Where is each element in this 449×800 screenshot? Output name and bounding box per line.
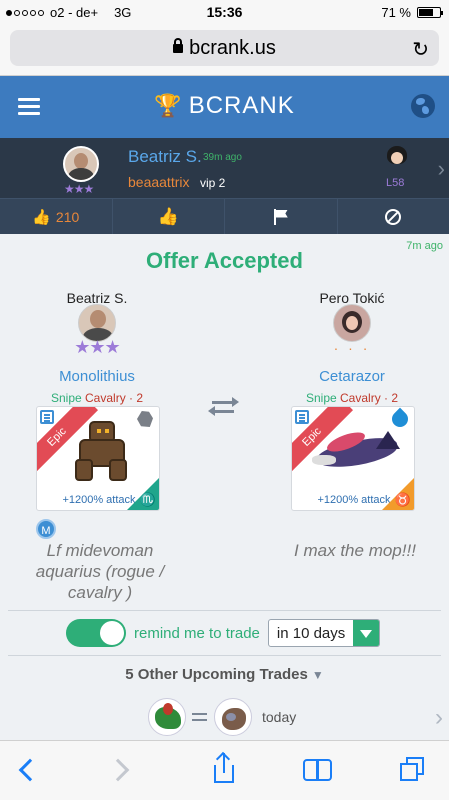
- trader-left-stars: ★★★: [74, 337, 120, 357]
- trader-right-rank: · · ·: [333, 340, 371, 356]
- thumbs-up-icon: 👍: [157, 206, 179, 226]
- browser-address-area: bcrank.us ↻: [0, 24, 449, 76]
- lock-icon: [173, 38, 184, 53]
- like-count-button[interactable]: 👍 210: [0, 199, 113, 234]
- reminder-select[interactable]: in 10 days: [267, 619, 381, 647]
- chevron-down-icon[interactable]: [353, 620, 380, 646]
- monster-right-tags: Snipe Cavalry · 2: [277, 391, 427, 405]
- monster-left-card[interactable]: Epic +1200% attack ♏: [36, 406, 160, 511]
- app-header: 🏆 BCRANK: [0, 76, 449, 138]
- monster-thumbnail: [148, 698, 186, 736]
- like-count: 210: [55, 208, 80, 225]
- address-bar[interactable]: bcrank.us ↻: [10, 30, 439, 66]
- brand-logo[interactable]: 🏆 BCRANK: [0, 92, 449, 120]
- battery-icon: [417, 7, 443, 18]
- brand-name: BCRANK: [188, 92, 295, 119]
- user-card[interactable]: ★★★ Beatriz S. 39m ago beaaattrix vip 2 …: [0, 138, 449, 198]
- swap-icon: [208, 395, 240, 419]
- trader-right-note: I max the mop!!!: [294, 541, 416, 560]
- reminder-value: in 10 days: [276, 625, 346, 642]
- divider: [8, 610, 441, 611]
- monster-left-class: Cavalry · 2: [85, 391, 144, 405]
- back-icon[interactable]: [10, 753, 46, 789]
- thumbs-up-icon: 👍: [32, 208, 51, 226]
- monster-right-name[interactable]: Cetarazor: [277, 368, 427, 385]
- upcoming-when: today: [262, 709, 297, 725]
- reminder-toggle[interactable]: [66, 619, 126, 647]
- monster-right-class: Cavalry · 2: [340, 391, 399, 405]
- like-button[interactable]: 👍: [113, 199, 225, 234]
- status-bar: o2 - de+ 3G 15:36 71 %: [0, 0, 449, 24]
- swap-icon: [190, 709, 210, 725]
- user-stars: ★★★: [64, 182, 94, 196]
- monster-right-card[interactable]: Epic +1200% attack ♉: [291, 406, 415, 511]
- monster-left-image: [75, 421, 129, 483]
- flag-icon: [273, 208, 289, 225]
- chevron-right-icon[interactable]: ›: [438, 156, 445, 182]
- reminder-label: remind me to trade: [134, 624, 260, 642]
- battery-percent: 71 %: [381, 5, 411, 20]
- trader-right-avatar[interactable]: [333, 304, 371, 342]
- game-avatar: [385, 146, 409, 174]
- offer-title: Offer Accepted: [146, 248, 303, 273]
- monster-left-role: Snipe: [50, 391, 82, 405]
- user-handle[interactable]: beaaattrix: [128, 174, 189, 190]
- upcoming-label: 5 Other Upcoming Trades: [125, 666, 308, 683]
- url-text: bcrank.us: [189, 37, 276, 59]
- monster-right-image: [306, 428, 406, 479]
- monster-right-role: Snipe: [305, 391, 337, 405]
- report-button[interactable]: [225, 199, 338, 234]
- action-bar: 👍 210 👍: [0, 198, 449, 234]
- upcoming-trades-toggle[interactable]: 5 Other Upcoming Trades ▼: [0, 666, 449, 683]
- upcoming-trade-item[interactable]: today: [148, 698, 296, 736]
- divider: [8, 655, 441, 656]
- water-element-icon: [388, 407, 412, 431]
- note-icon: [40, 410, 54, 424]
- chevron-right-icon[interactable]: ›: [435, 704, 443, 732]
- rock-element-icon: [137, 411, 153, 427]
- browser-toolbar: [0, 740, 449, 800]
- block-icon: [385, 208, 402, 225]
- tabs-icon[interactable]: [394, 753, 430, 789]
- trophy-icon: 🏆: [154, 93, 183, 118]
- trader-badge: M: [36, 519, 56, 539]
- block-button[interactable]: [338, 199, 449, 234]
- monster-thumbnail: [214, 698, 252, 736]
- user-name[interactable]: Beatriz S.: [128, 147, 202, 167]
- user-avatar[interactable]: [63, 146, 99, 182]
- post-time: 39m ago: [203, 152, 242, 163]
- forward-icon[interactable]: [104, 753, 140, 789]
- bookmarks-icon[interactable]: [300, 753, 336, 789]
- reminder-row: remind me to trade in 10 days: [66, 618, 381, 648]
- triangle-down-icon: ▼: [311, 668, 324, 682]
- user-level: L58: [386, 177, 405, 189]
- trader-left-note: Lf midevoman aquarius (rogue / cavalry ): [35, 541, 165, 602]
- monster-left-name[interactable]: Monolithius: [22, 368, 172, 385]
- globe-icon[interactable]: [411, 94, 435, 118]
- vip-badge: vip 2: [200, 176, 226, 190]
- share-icon[interactable]: [206, 751, 242, 789]
- note-icon: [295, 410, 309, 424]
- monster-left-tags: Snipe Cavalry · 2: [22, 391, 172, 405]
- offer-panel: 7m ago Offer Accepted Beatriz S. ★★★ Mon…: [0, 234, 449, 740]
- reload-icon[interactable]: ↻: [412, 37, 429, 62]
